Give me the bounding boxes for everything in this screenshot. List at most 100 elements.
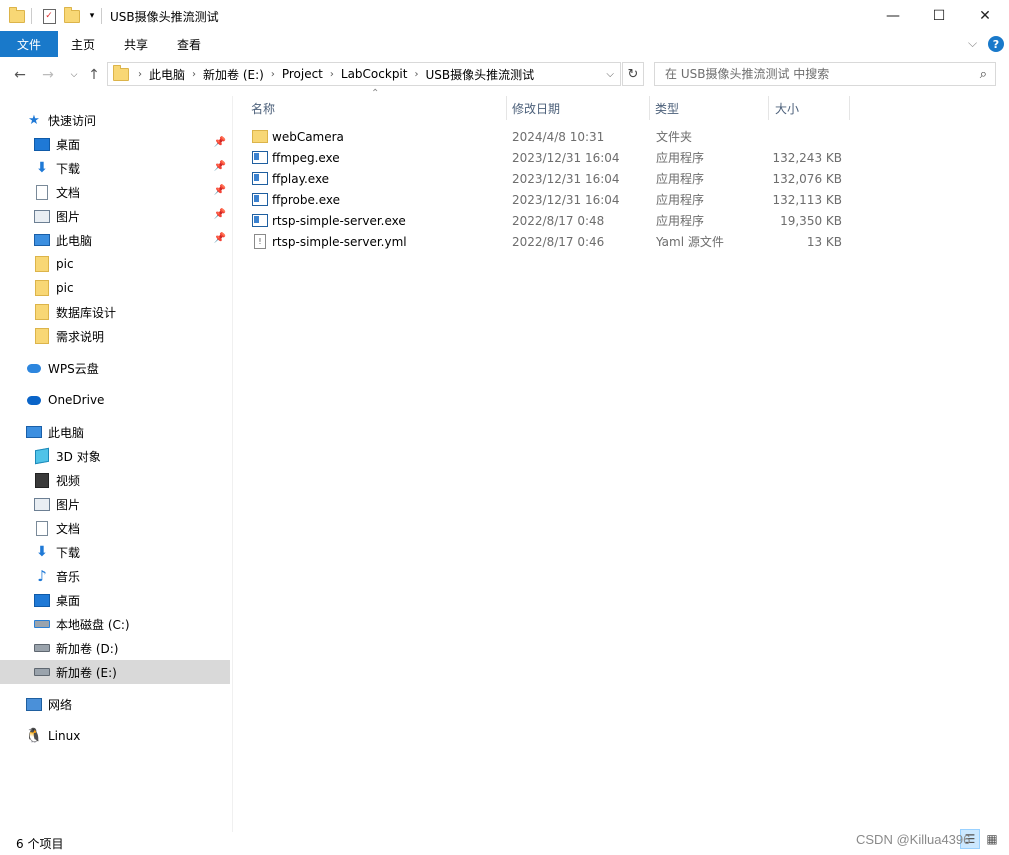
minimize-button[interactable]: — [870,0,916,31]
file-row-rtsp-server-exe[interactable]: rtsp-simple-server.exe 2022/8/17 0:48 应用… [248,210,850,231]
breadcrumb-separator-icon[interactable]: › [327,69,337,80]
recent-locations-icon[interactable]: ⌵ [64,64,84,86]
search-box[interactable]: ⌕ [654,62,996,86]
new-folder-icon[interactable] [64,6,80,24]
ribbon-expand-icon[interactable]: ⌵ [968,36,977,51]
back-button[interactable]: ← [10,64,30,86]
column-header-type[interactable]: 类型 [655,96,767,120]
maximize-button[interactable]: ☐ [916,0,962,31]
sidebar-item-this-pc[interactable]: 此电脑 [0,420,230,444]
sidebar-item-onedrive[interactable]: OneDrive [0,388,230,412]
sidebar-item-database-design[interactable]: 数据库设计 [0,300,230,324]
sidebar-item-label: 桌面 [56,137,81,152]
sidebar-item-downloads[interactable]: ⬇ 下载 [0,540,230,564]
file-row-ffplay[interactable]: ffplay.exe 2023/12/31 16:04 应用程序 132,076… [248,168,850,189]
large-icons-view-button[interactable]: ▦ [982,829,1002,849]
breadcrumb-separator-icon[interactable]: › [268,69,278,80]
pin-icon[interactable]: 📌 [214,209,226,220]
file-name: ffprobe.exe [272,192,340,207]
sidebar-item-label: 需求说明 [56,329,105,344]
sidebar-item-label: 新加卷 (E:) [56,665,117,680]
column-header-date[interactable]: 修改日期 [512,96,648,120]
sidebar-item-pictures[interactable]: 图片 [0,492,230,516]
column-divider[interactable] [849,96,850,120]
sidebar-item-label: 下载 [56,161,81,176]
download-icon: ⬇ [36,160,48,176]
tab-file[interactable]: 文件 [0,31,58,57]
sidebar-item-drive-c[interactable]: 本地磁盘 (C:) [0,612,230,636]
breadcrumb-separator-icon[interactable]: › [189,69,199,80]
pin-icon[interactable]: 📌 [214,185,226,196]
status-item-count: 6 个项目 [16,837,64,851]
column-divider[interactable] [649,96,650,120]
sidebar-item-wps-cloud[interactable]: WPS云盘 [0,356,230,380]
watermark: CSDN @Killua4396 [856,832,971,847]
address-bar[interactable]: › 此电脑 › 新加卷 (E:) › Project › LabCockpit … [107,62,621,86]
file-size: 132,113 KB [772,192,842,207]
sidebar-item-music[interactable]: ♪ 音乐 [0,564,230,588]
sidebar-item-downloads[interactable]: ⬇ 下载 📌 [0,156,230,180]
file-type: 应用程序 [656,193,705,207]
sidebar-quick-access[interactable]: ★ 快速访问 [0,108,230,132]
search-icon[interactable]: ⌕ [980,67,987,82]
sidebar-item-documents[interactable]: 文档 [0,516,230,540]
sidebar-item-pic[interactable]: pic [0,252,230,276]
breadcrumb-current-folder[interactable]: USB摄像头推流测试 [421,66,538,83]
help-button[interactable]: ? [988,36,1004,52]
file-row-rtsp-server-yml[interactable]: ! rtsp-simple-server.yml 2022/8/17 0:46 Y… [248,231,850,252]
up-button[interactable]: ↑ [84,64,104,86]
close-button[interactable]: ✕ [962,0,1008,31]
column-divider[interactable] [768,96,769,120]
sidebar-item-videos[interactable]: 视频 [0,468,230,492]
tab-share[interactable]: 共享 [110,31,162,57]
sidebar-item-documents[interactable]: 文档 📌 [0,180,230,204]
sidebar-item-3d-objects[interactable]: 3D 对象 [0,444,230,468]
breadcrumb-labcockpit[interactable]: LabCockpit [337,67,412,81]
yml-icon: ! [252,234,268,249]
breadcrumb-separator-icon[interactable]: › [135,69,145,80]
pin-icon[interactable]: 📌 [214,161,226,172]
sidebar-item-network[interactable]: 网络 [0,692,230,716]
sidebar-item-desktop[interactable]: 桌面 📌 [0,132,230,156]
file-type: 文件夹 [656,130,693,144]
properties-icon[interactable]: ✓ [41,8,57,24]
breadcrumb-drive-e[interactable]: 新加卷 (E:) [199,66,268,83]
sidebar-item-desktop[interactable]: 桌面 [0,588,230,612]
document-icon [34,184,50,200]
pin-icon[interactable]: 📌 [214,233,226,244]
sidebar-item-drive-e[interactable]: 新加卷 (E:) [0,660,230,684]
sidebar-item-label: 图片 [56,209,81,224]
breadcrumb-project[interactable]: Project [278,67,327,81]
column-header-size[interactable]: 大小 [775,96,849,120]
computer-icon [26,424,42,440]
sidebar-item-linux[interactable]: 🐧 Linux [0,724,230,748]
column-divider[interactable] [506,96,507,120]
desktop-icon [34,592,50,608]
breadcrumb-separator-icon[interactable]: › [411,69,421,80]
sidebar-item-label: Linux [48,729,81,743]
file-row-webcamera[interactable]: webCamera 2024/4/8 10:31 文件夹 [248,126,850,147]
sidebar-item-drive-d[interactable]: 新加卷 (D:) [0,636,230,660]
sidebar-item-pic[interactable]: pic [0,276,230,300]
drive-icon [34,664,50,680]
tab-home[interactable]: 主页 [58,31,108,57]
customize-toolbar-icon[interactable]: ▾ [84,8,100,24]
sidebar-item-requirements[interactable]: 需求说明 [0,324,230,348]
tab-view[interactable]: 查看 [164,31,214,57]
exe-icon [252,151,268,165]
sidebar-item-pictures[interactable]: 图片 📌 [0,204,230,228]
file-row-ffprobe[interactable]: ffprobe.exe 2023/12/31 16:04 应用程序 132,11… [248,189,850,210]
address-dropdown-icon[interactable]: ⌵ [606,69,614,80]
forward-button[interactable]: → [38,64,58,86]
search-input[interactable] [663,66,967,82]
breadcrumb-this-pc[interactable]: 此电脑 [145,66,189,83]
navigation-pane-divider[interactable] [232,96,233,832]
column-header-name[interactable]: 名称 [251,96,505,120]
refresh-button[interactable]: ↻ [622,62,644,86]
video-icon [34,472,50,488]
sidebar-item-this-pc-pinned[interactable]: 此电脑 📌 [0,228,230,252]
pin-icon[interactable]: 📌 [214,137,226,148]
sidebar-item-label: WPS云盘 [48,361,99,376]
file-row-ffmpeg[interactable]: ffmpeg.exe 2023/12/31 16:04 应用程序 132,243… [248,147,850,168]
3d-objects-icon [34,447,50,465]
